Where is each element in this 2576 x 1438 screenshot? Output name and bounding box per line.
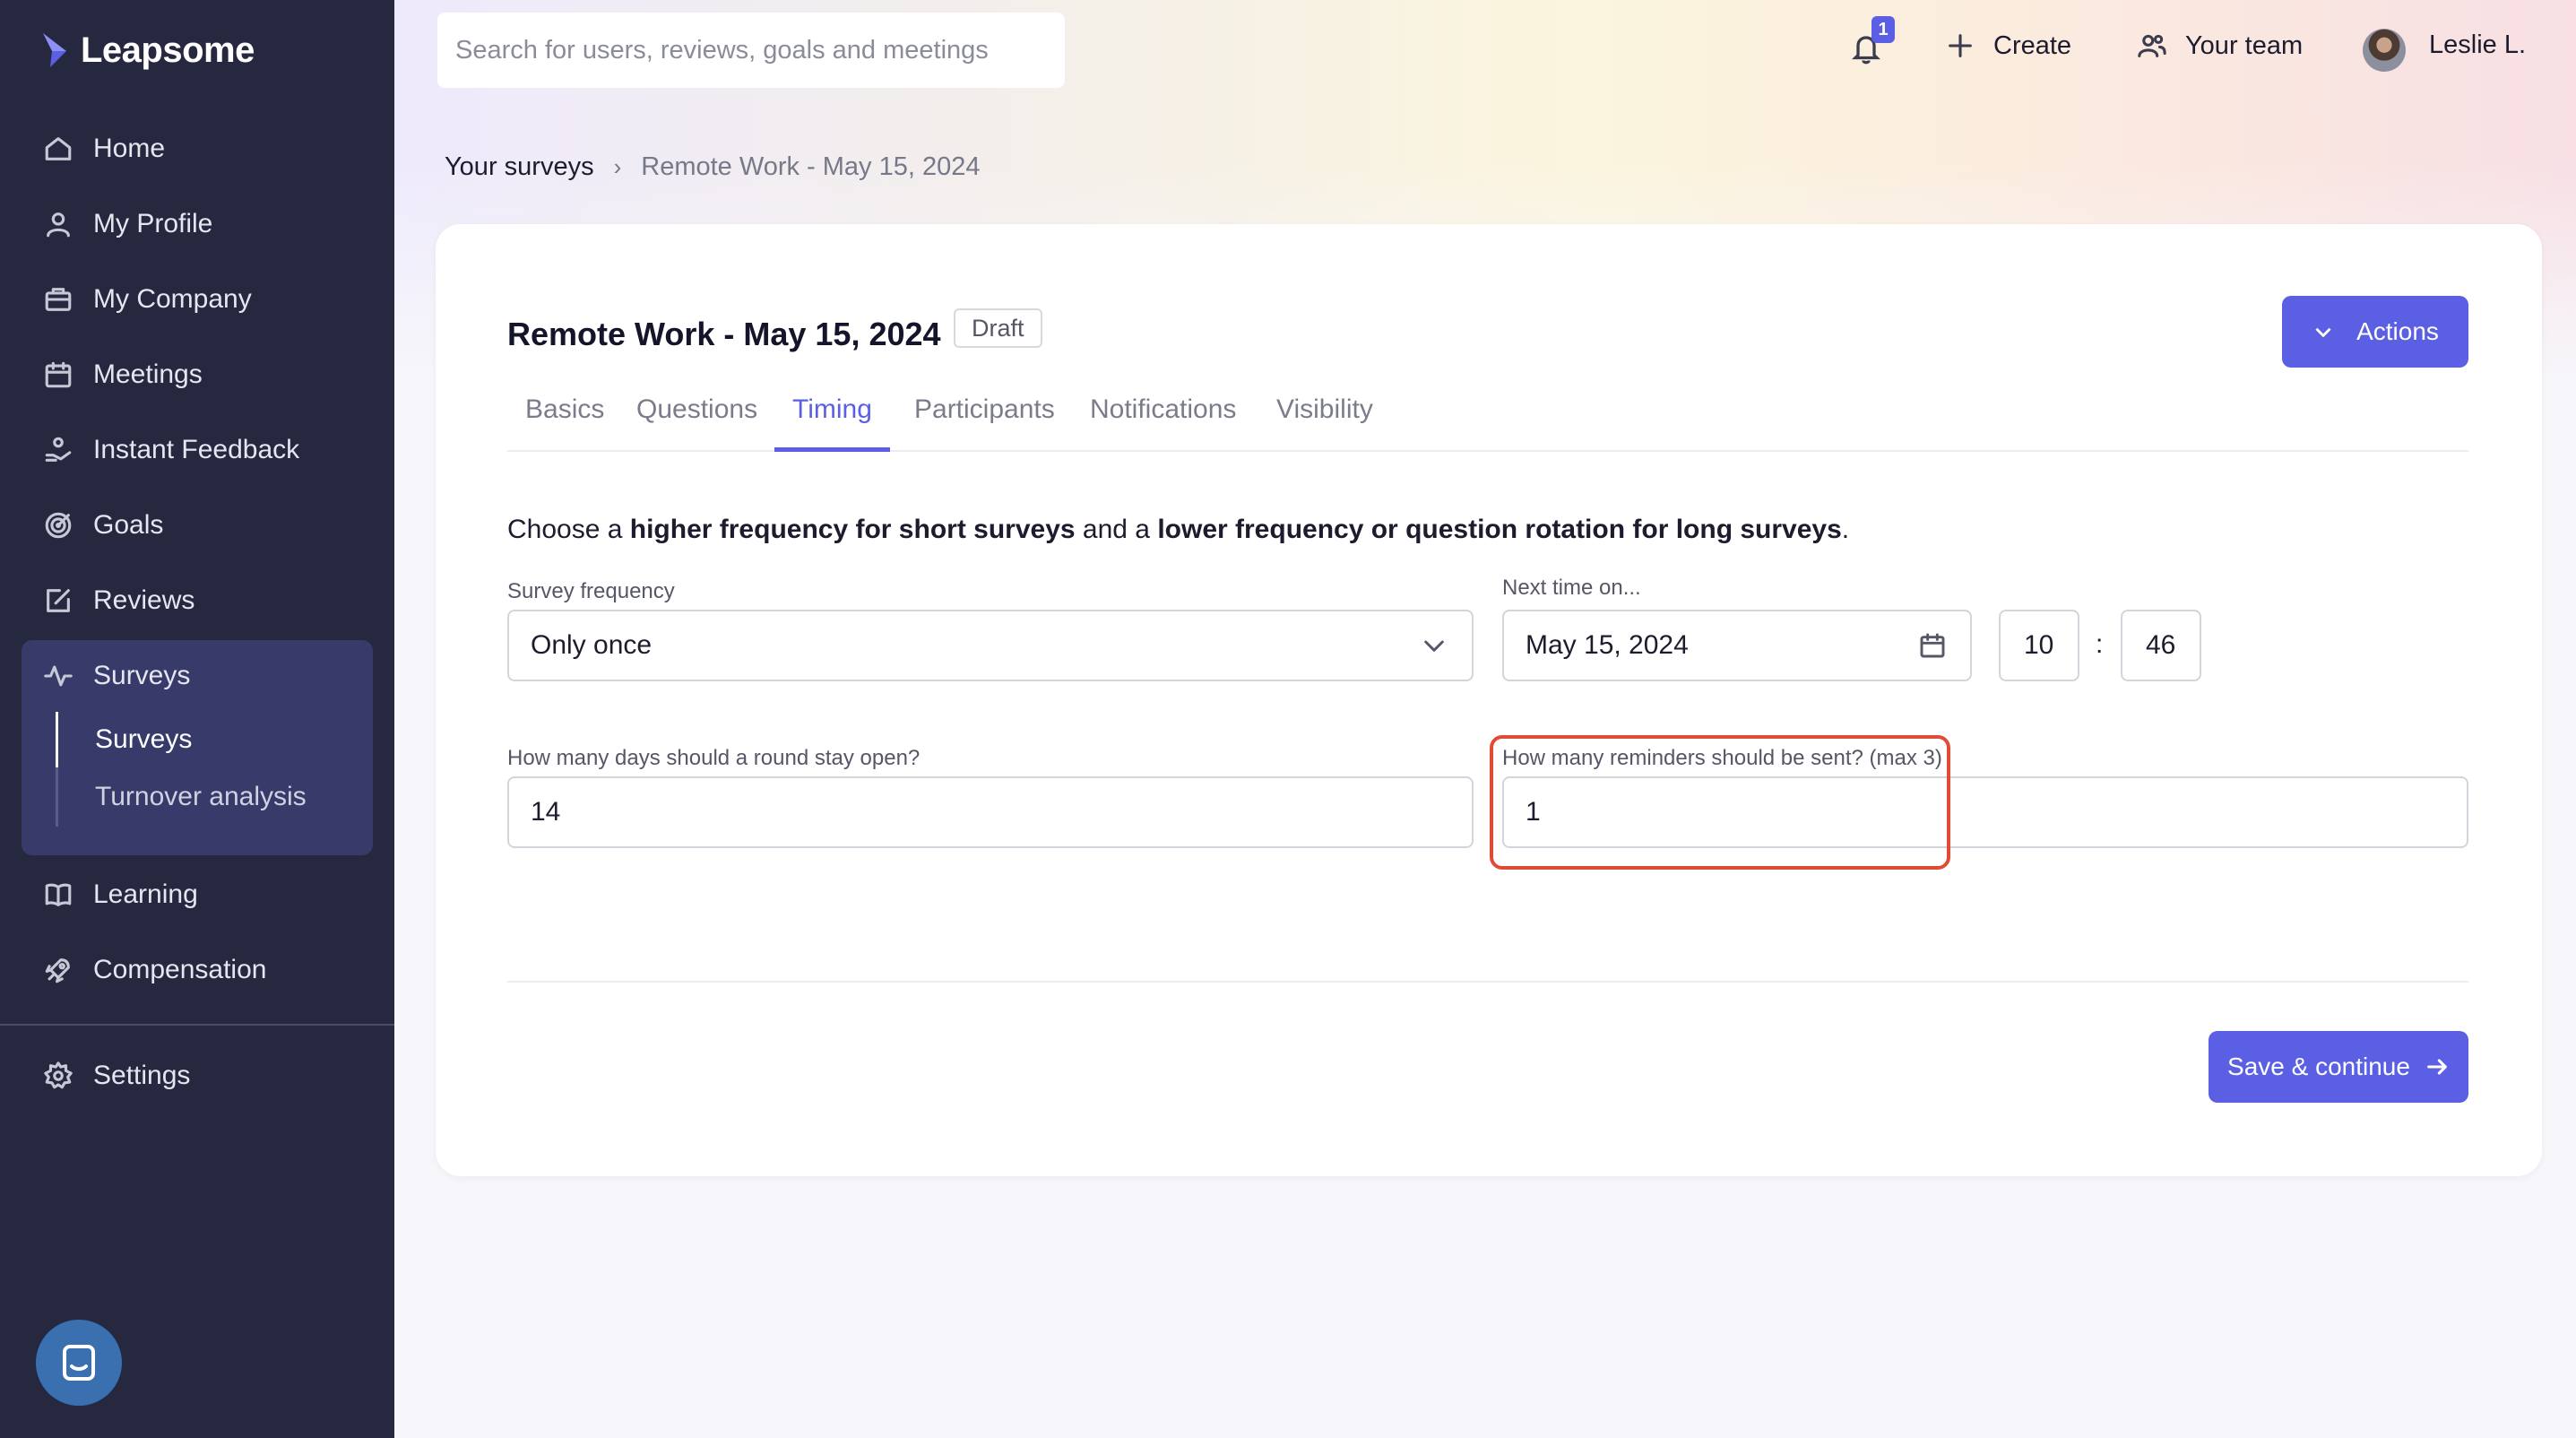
sidebar-item-label: Meetings	[93, 360, 203, 389]
sidebar-item-goals[interactable]: Goals	[43, 500, 163, 550]
pulse-icon	[44, 665, 73, 687]
user-name: Leslie L.	[2429, 30, 2527, 59]
next-date-field[interactable]: May 15, 2024	[1502, 610, 1972, 681]
tab-questions[interactable]: Questions	[618, 389, 775, 452]
search-input[interactable]: Search for users, reviews, goals and mee…	[437, 13, 1065, 88]
chat-widget-button[interactable]	[36, 1320, 122, 1406]
sidebar-item-label: Home	[93, 134, 166, 163]
reminders-highlight-box	[1490, 735, 1950, 870]
survey-tabs: Basics Questions Timing Participants Not…	[507, 389, 2468, 452]
days-open-value: 14	[531, 797, 561, 827]
edit-icon	[47, 589, 70, 612]
minute-field[interactable]: 46	[2121, 610, 2201, 681]
sidebar-item-label: Reviews	[93, 585, 195, 615]
sidebar-item-surveys[interactable]: Surveys	[43, 651, 190, 701]
calendar-icon	[45, 361, 72, 388]
active-indicator	[56, 712, 58, 767]
chevron-right-icon: ›	[613, 153, 622, 180]
sidebar-item-reviews[interactable]: Reviews	[43, 576, 194, 626]
notification-badge: 1	[1871, 16, 1895, 43]
user-menu[interactable]: Leslie L.	[2429, 30, 2526, 60]
feedback-hand-icon	[45, 437, 72, 462]
sidebar-item-label: My Company	[93, 284, 252, 314]
sidebar-item-label: Goals	[93, 510, 164, 540]
survey-frequency-value: Only once	[531, 630, 653, 660]
target-icon	[45, 512, 72, 539]
sidebar-item-home[interactable]: Home	[43, 124, 165, 174]
sidebar-subitem-turnover-analysis[interactable]: Turnover analysis	[95, 782, 307, 812]
intro-emphasis-low: lower frequency or question rotation for…	[1157, 515, 1842, 544]
survey-frequency-select[interactable]: Only once	[507, 610, 1474, 681]
app-name: Leapsome	[81, 30, 255, 70]
page-title: Remote Work - May 15, 2024	[507, 316, 941, 352]
team-icon	[2138, 34, 2166, 57]
chevron-down-icon	[2315, 327, 2331, 338]
leapsome-logo-icon	[43, 32, 66, 67]
user-icon	[47, 212, 70, 238]
minute-value: 46	[2146, 630, 2176, 660]
intro-text: Choose a	[507, 515, 630, 544]
form-divider	[507, 981, 2468, 983]
create-label: Create	[1993, 30, 2072, 60]
sidebar-item-learning[interactable]: Learning	[43, 870, 198, 920]
book-icon	[45, 883, 72, 906]
status-badge: Draft	[954, 308, 1042, 348]
arrow-right-icon	[2427, 1059, 2447, 1075]
intro-emphasis-high: higher frequency for short surveys	[629, 515, 1076, 544]
next-time-label: Next time on...	[1502, 576, 1641, 600]
sidebar-divider	[0, 1024, 394, 1026]
breadcrumb-current: Remote Work - May 15, 2024	[641, 152, 981, 181]
sidebar-subitem-surveys[interactable]: Surveys	[95, 724, 192, 755]
sidebar-item-label: My Profile	[93, 209, 213, 238]
next-date-value: May 15, 2024	[1526, 630, 1689, 660]
calendar-icon	[1920, 633, 1945, 658]
sidebar-item-instant-feedback[interactable]: Instant Feedback	[43, 425, 299, 475]
your-team-button[interactable]: Your team	[2137, 30, 2303, 61]
tab-participants[interactable]: Participants	[896, 389, 1073, 452]
app-logo[interactable]: Leapsome	[39, 30, 255, 71]
search-placeholder: Search for users, reviews, goals and mee…	[455, 35, 989, 65]
sidebar-item-settings[interactable]: Settings	[43, 1051, 190, 1101]
intro-text: and a	[1075, 515, 1158, 544]
days-open-label: How many days should a round stay open?	[507, 746, 921, 770]
sidebar-item-my-company[interactable]: My Company	[43, 274, 252, 325]
timing-intro-text: Choose a higher frequency for short surv…	[507, 515, 1849, 545]
sidebar-item-meetings[interactable]: Meetings	[43, 350, 203, 400]
actions-label: Actions	[2356, 317, 2439, 345]
plus-icon	[1949, 34, 1972, 57]
sidebar-item-label: Settings	[93, 1061, 191, 1090]
survey-frequency-label: Survey frequency	[507, 579, 675, 603]
sidebar-item-label: Instant Feedback	[93, 435, 300, 464]
sidebar-item-compensation[interactable]: Compensation	[43, 945, 266, 995]
sidebar-item-my-profile[interactable]: My Profile	[43, 199, 212, 249]
tab-basics[interactable]: Basics	[507, 389, 622, 452]
save-label: Save & continue	[2227, 1053, 2410, 1080]
avatar[interactable]	[2363, 29, 2406, 72]
gear-icon	[44, 1061, 73, 1089]
hour-field[interactable]: 10	[1999, 610, 2079, 681]
sidebar: Leapsome Home My Profile My Company Meet…	[0, 0, 394, 1438]
breadcrumb-your-surveys[interactable]: Your surveys	[445, 152, 594, 182]
hour-value: 10	[2024, 630, 2054, 660]
actions-button[interactable]: Actions	[2282, 296, 2468, 368]
sidebar-item-label: Surveys	[93, 661, 191, 690]
create-button[interactable]: Create	[1945, 30, 2071, 61]
home-icon	[45, 137, 72, 160]
breadcrumb: Your surveys › Remote Work - May 15, 202…	[445, 152, 980, 182]
sub-nav-line	[56, 767, 58, 827]
time-separator: :	[2096, 629, 2104, 659]
chevron-down-icon	[1424, 640, 1444, 652]
tab-timing[interactable]: Timing	[774, 389, 890, 452]
save-continue-button[interactable]: Save & continue	[2209, 1031, 2468, 1103]
rocket-icon	[45, 958, 70, 983]
tab-visibility[interactable]: Visibility	[1258, 389, 1391, 452]
briefcase-icon	[45, 288, 72, 311]
sidebar-item-label: Compensation	[93, 955, 267, 984]
sidebar-item-label: Learning	[93, 879, 198, 909]
tab-notifications[interactable]: Notifications	[1072, 389, 1254, 452]
team-label: Your team	[2185, 30, 2304, 60]
chat-icon	[63, 1345, 95, 1381]
days-open-input[interactable]: 14	[507, 776, 1474, 848]
intro-text: .	[1841, 515, 1850, 544]
